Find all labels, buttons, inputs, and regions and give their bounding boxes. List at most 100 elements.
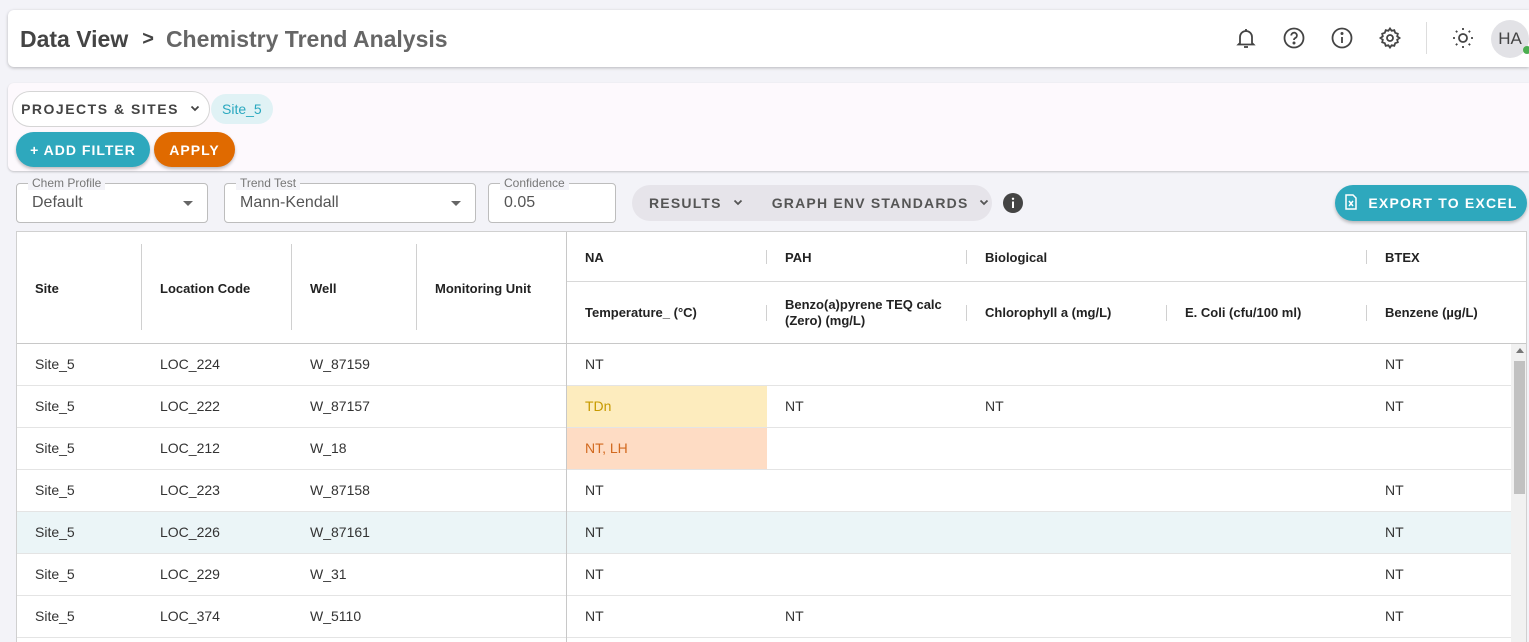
trend-data-grid: Site Location Code Well Monitoring Unit … [16, 231, 1527, 642]
group-header-pah: PAH [785, 250, 812, 265]
cell-temperature: NT [585, 608, 604, 624]
graph-env-standards-dropdown[interactable]: GRAPH ENV STANDARDS [744, 195, 991, 211]
cell-benzene: NT [1385, 608, 1404, 624]
scrollbar-thumb[interactable] [1514, 361, 1525, 494]
add-filter-button[interactable]: + ADD FILTER [16, 132, 150, 167]
brightness-icon[interactable] [1451, 26, 1475, 50]
table-row[interactable]: Site_5 LOC_374 W_5110 NT NT NT [17, 596, 1511, 638]
column-header-temperature[interactable]: Temperature_ (°C) [585, 305, 697, 321]
column-header-location-code[interactable]: Location Code [160, 281, 250, 297]
column-header-chlorophyll-a[interactable]: Chlorophyll a (mg/L) [985, 305, 1111, 321]
cell-well: W_18 [310, 440, 347, 456]
site-filter-chip[interactable]: Site_5 [211, 94, 273, 124]
export-to-excel-button[interactable]: EXPORT TO EXCEL [1335, 185, 1527, 221]
dropdown-arrow-icon [451, 201, 461, 206]
export-label: EXPORT TO EXCEL [1368, 195, 1518, 211]
group-header-btex: BTEX [1385, 250, 1420, 265]
view-options-group: RESULTS GRAPH ENV STANDARDS [632, 185, 992, 221]
cell-temperature-trend-down: TDn [567, 386, 767, 427]
info-icon[interactable] [1330, 26, 1354, 50]
cell-site: Site_5 [35, 524, 75, 540]
info-icon[interactable] [1002, 192, 1024, 214]
cell-site: Site_5 [35, 482, 75, 498]
group-header-biological: Biological [985, 250, 1048, 265]
scroll-up-arrow-icon[interactable] [1516, 348, 1524, 353]
cell-site: Site_5 [35, 356, 75, 372]
breadcrumb-separator: > [142, 28, 154, 50]
cell-benzene: NT [1385, 482, 1404, 498]
table-row[interactable]: Site_5 LOC_212 W_18 NT, LH [17, 428, 1511, 470]
trend-test-value: Mann-Kendall [240, 194, 339, 211]
table-row[interactable]: Site_5 LOC_223 W_87158 NT NT [17, 470, 1511, 512]
chem-profile-value: Default [32, 194, 83, 211]
chevron-down-icon [189, 101, 201, 117]
cell-benzene: NT [1385, 566, 1404, 582]
column-header-well[interactable]: Well [310, 281, 337, 297]
chevron-down-icon [732, 195, 744, 211]
cell-benzene: NT [1385, 524, 1404, 540]
results-label: RESULTS [649, 195, 722, 211]
table-row-highlighted[interactable]: Site_5 LOC_226 W_87161 NT NT [17, 512, 1511, 554]
avatar-initials: HA [1498, 29, 1522, 48]
column-header-monitoring-unit[interactable]: Monitoring Unit [435, 281, 531, 297]
cell-well: W_87158 [310, 482, 370, 498]
dropdown-arrow-icon [183, 201, 193, 206]
cell-location-code: LOC_374 [160, 608, 220, 624]
pinned-columns-border [566, 232, 567, 642]
app-bar: Data View > Chemistry Trend Analysis HA [8, 10, 1529, 67]
confidence-label: Confidence [500, 177, 569, 190]
confidence-input[interactable]: Confidence 0.05 [488, 177, 616, 223]
chem-profile-label: Chem Profile [28, 177, 106, 190]
cell-benzene: NT [1385, 356, 1404, 372]
cell-temperature: NT [585, 356, 604, 372]
graph-env-standards-label: GRAPH ENV STANDARDS [771, 195, 969, 211]
cell-well: W_87159 [310, 356, 370, 372]
chem-profile-select[interactable]: Chem Profile Default [16, 177, 208, 223]
breadcrumb: Data View > Chemistry Trend Analysis [20, 26, 448, 53]
table-row[interactable]: Site_5 LOC_224 W_87159 NT NT [17, 344, 1511, 386]
cell-location-code: LOC_222 [160, 398, 220, 414]
cell-site: Site_5 [35, 566, 75, 582]
avatar[interactable]: HA [1491, 20, 1529, 58]
filter-panel: PROJECTS & SITES Site_5 + ADD FILTER APP… [8, 83, 1529, 171]
cell-well: W_5110 [310, 608, 362, 624]
column-header-benzene[interactable]: Benzene (µg/L) [1385, 305, 1478, 321]
projects-sites-label: PROJECTS & SITES [21, 101, 179, 117]
page-title: Chemistry Trend Analysis [165, 26, 448, 52]
cell-location-code: LOC_229 [160, 566, 220, 582]
cell-benzo-a-pyrene: NT [785, 608, 804, 624]
table-row[interactable]: Site_5 LOC_222 W_87157 TDn NT NT NT [17, 386, 1511, 428]
gear-icon[interactable] [1378, 26, 1402, 50]
bell-icon[interactable] [1234, 26, 1258, 50]
table-row[interactable]: Site_5 LOC_229 W_31 NT NT [17, 554, 1511, 596]
apply-button[interactable]: APPLY [154, 132, 235, 167]
toolbar-divider [1426, 22, 1427, 54]
help-icon[interactable] [1282, 26, 1306, 50]
confidence-value: 0.05 [504, 194, 536, 211]
cell-site: Site_5 [35, 440, 75, 456]
excel-file-icon [1344, 193, 1358, 213]
cell-site: Site_5 [35, 398, 75, 414]
cell-well: W_87161 [310, 524, 370, 540]
cell-location-code: LOC_224 [160, 356, 220, 372]
cell-benzo-a-pyrene: NT [785, 398, 804, 414]
column-header-site[interactable]: Site [35, 281, 59, 297]
online-status-dot [1523, 46, 1529, 54]
group-header-na: NA [585, 250, 604, 265]
cell-well: W_31 [310, 566, 347, 582]
cell-temperature-trend-high: NT, LH [567, 428, 767, 469]
cell-location-code: LOC_223 [160, 482, 220, 498]
cell-temperature: NT [585, 566, 604, 582]
cell-location-code: LOC_212 [160, 440, 220, 456]
trend-test-select[interactable]: Trend Test Mann-Kendall [224, 177, 476, 223]
cell-temperature: NT [585, 482, 604, 498]
chevron-down-icon [978, 195, 990, 211]
projects-sites-dropdown[interactable]: PROJECTS & SITES [12, 91, 210, 127]
column-header-benzo-a-pyrene[interactable]: Benzo(a)pyrene TEQ calc (Zero) (mg/L) [785, 297, 955, 329]
grid-header: Site Location Code Well Monitoring Unit … [17, 232, 1526, 344]
cell-temperature: NT [585, 524, 604, 540]
breadcrumb-root[interactable]: Data View [20, 26, 128, 53]
cell-chlorophyll-a: NT [985, 398, 1004, 414]
column-header-e-coli[interactable]: E. Coli (cfu/100 ml) [1185, 305, 1301, 321]
results-dropdown[interactable]: RESULTS [632, 195, 744, 211]
